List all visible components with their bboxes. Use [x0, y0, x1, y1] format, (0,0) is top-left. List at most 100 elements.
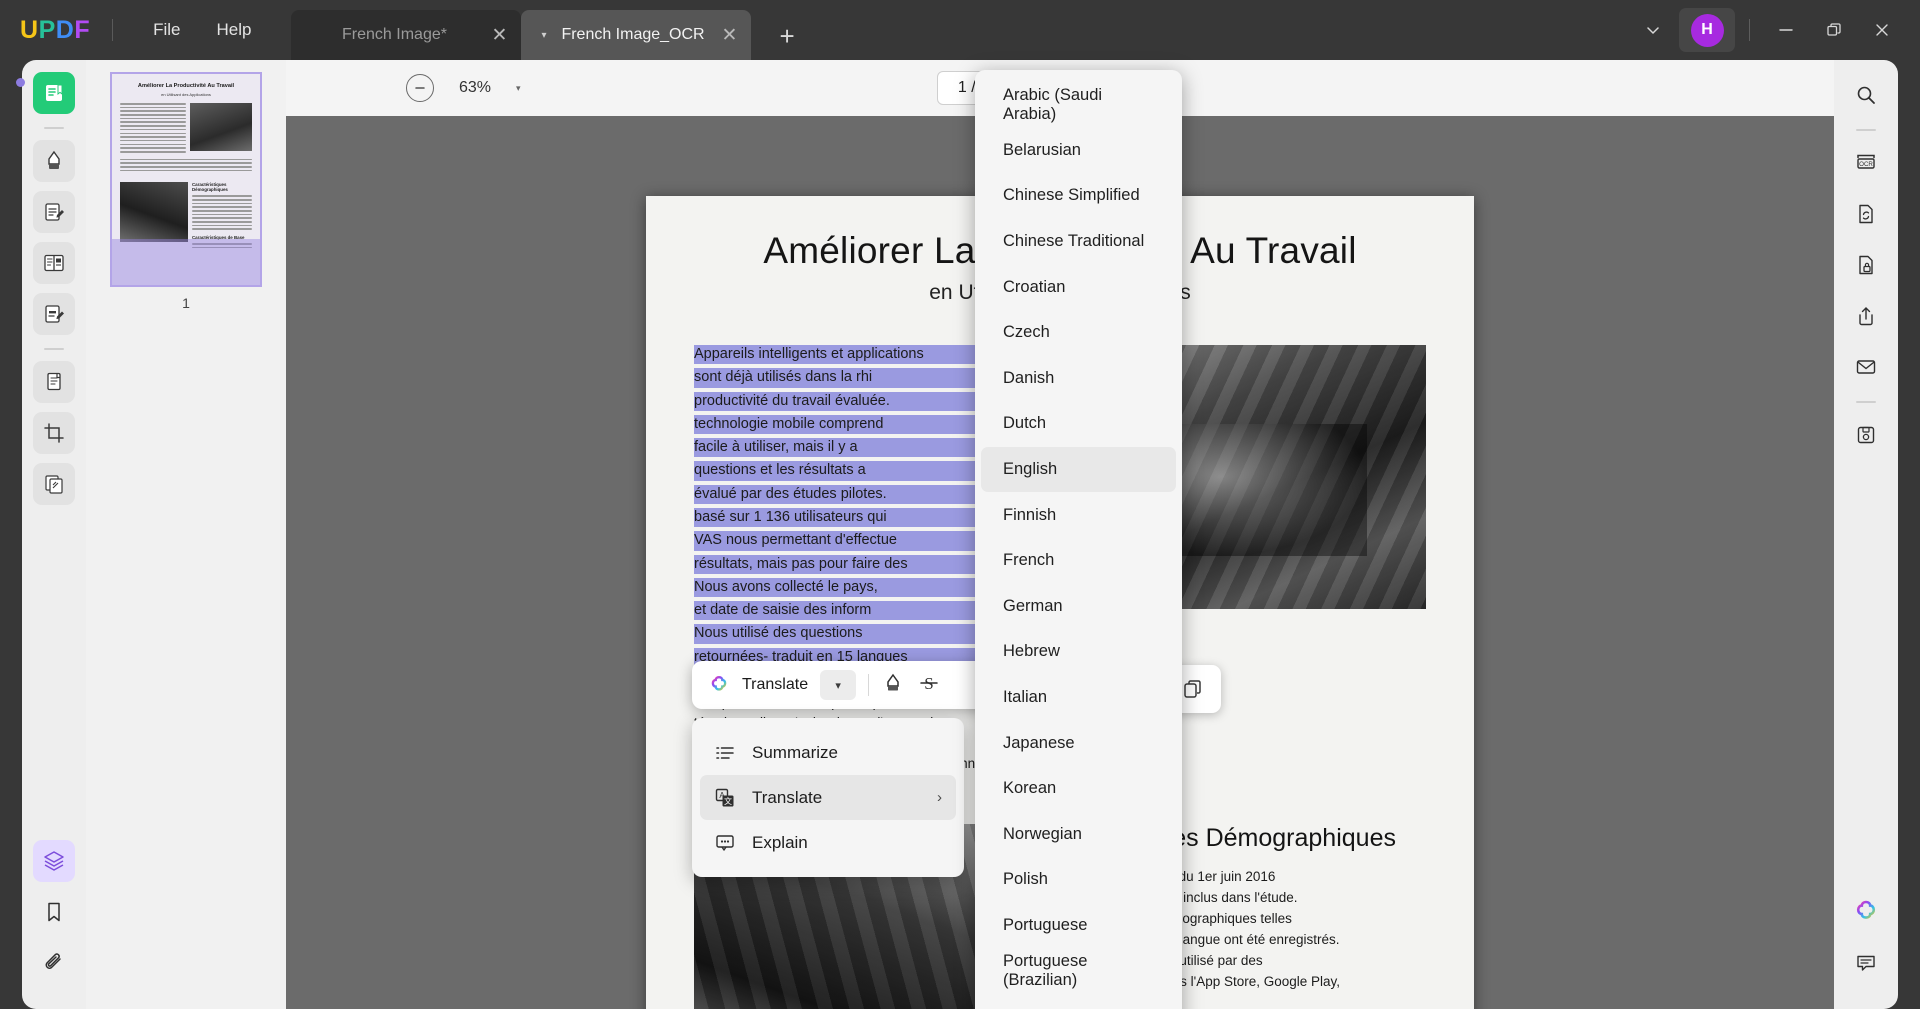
language-option-label: Czech: [1003, 323, 1050, 342]
ai-flower-icon: [1856, 900, 1876, 919]
language-option-label: Portuguese: [1003, 915, 1088, 934]
language-option-italian[interactable]: Italian: [981, 675, 1176, 721]
menu-file[interactable]: File: [135, 12, 198, 48]
language-option-chinese-traditional[interactable]: Chinese Traditional: [981, 219, 1176, 265]
right-item-protect[interactable]: [1845, 244, 1887, 286]
language-option-label: Belarusian: [1003, 140, 1081, 159]
tab-close-icon[interactable]: ✕: [722, 26, 738, 45]
ai-toolbar-divider: [868, 674, 870, 696]
language-option-polish[interactable]: Polish: [981, 857, 1176, 903]
thumbnail-title: Améliorer La Productivité Au Travail: [137, 83, 235, 89]
language-option-japanese[interactable]: Japanese: [981, 720, 1176, 766]
language-option-croatian[interactable]: Croatian: [981, 264, 1176, 310]
language-option-french[interactable]: French: [981, 538, 1176, 584]
page-thumbnail-1[interactable]: Améliorer La Productivité Au Travail en …: [110, 72, 262, 287]
sidebar-item-convert[interactable]: [33, 361, 75, 403]
language-option-label: Chinese Traditional: [1003, 232, 1145, 251]
language-option-label: Japanese: [1003, 733, 1075, 752]
maximize-button[interactable]: [1812, 8, 1856, 52]
sidebar-item-compare[interactable]: [33, 463, 75, 505]
logo-letter-f: F: [74, 15, 91, 44]
translate-icon: A 文: [715, 788, 734, 806]
thumbnail-photo-2: [120, 182, 188, 243]
language-option-danish[interactable]: Danish: [981, 356, 1176, 402]
language-option-portuguese-brazilian[interactable]: Portuguese (Brazilian): [981, 948, 1176, 994]
thumbnail-para: [112, 155, 260, 172]
menu-item-summarize[interactable]: Summarize: [700, 730, 956, 775]
chevron-down-icon[interactable]: ▾: [516, 83, 521, 94]
sidebar-item-layers[interactable]: [33, 840, 75, 882]
right-item-ai-assistant[interactable]: [1845, 891, 1887, 933]
ai-toolbar-highlighter-icon[interactable]: [881, 671, 905, 700]
right-toolbar: OCR: [1834, 60, 1898, 1009]
language-option-label: Finnish: [1003, 505, 1057, 524]
language-option-label: Croatian: [1003, 277, 1066, 296]
menu-item-label: Summarize: [752, 742, 838, 762]
language-option-hebrew[interactable]: Hebrew: [981, 629, 1176, 675]
sidebar-item-annotate[interactable]: [33, 293, 75, 335]
sidebar-item-highlighter[interactable]: [33, 140, 75, 182]
language-option-belarusian[interactable]: Belarusian: [981, 128, 1176, 174]
thumbnail-page-number: 1: [182, 295, 190, 311]
ai-floating-toolbar[interactable]: Translate ▾ S: [692, 661, 1022, 709]
tab-french-image-ocr[interactable]: ▾ French Image_OCR ✕: [521, 10, 752, 60]
menu-item-explain[interactable]: Explain: [700, 820, 956, 865]
file-refresh-icon: [1859, 204, 1873, 224]
search-icon: [1857, 86, 1875, 104]
right-item-ocr[interactable]: OCR: [1845, 142, 1887, 184]
language-option-label: Norwegian: [1003, 824, 1082, 843]
language-option-label: Polish: [1003, 870, 1048, 889]
chevron-down-icon[interactable]: ▾: [541, 30, 546, 41]
language-option-portuguese[interactable]: Portuguese: [981, 903, 1176, 949]
minimize-button[interactable]: [1764, 8, 1808, 52]
chevron-down-icon[interactable]: [1631, 8, 1675, 52]
layers-icon: [44, 851, 64, 871]
language-option-german[interactable]: German: [981, 584, 1176, 630]
zoom-out-button[interactable]: [406, 74, 434, 102]
language-option-label: English: [1003, 460, 1058, 479]
language-option-english[interactable]: English: [981, 446, 1176, 493]
sidebar-item-reader-mode[interactable]: [33, 72, 75, 114]
language-option-norwegian[interactable]: Norwegian: [981, 812, 1176, 858]
tab-french-image[interactable]: French Image* ✕: [291, 10, 522, 60]
language-option-russian[interactable]: Russian: [981, 994, 1176, 1009]
ai-toolbar-dropdown[interactable]: ▾: [820, 670, 857, 700]
ai-toolbar-strikethrough-icon[interactable]: S: [917, 671, 941, 700]
sidebar-item-attachments[interactable]: [33, 942, 75, 984]
sidebar-item-organize-pages[interactable]: [33, 242, 75, 284]
right-item-save[interactable]: [1845, 414, 1887, 456]
language-option-chinese-simplified[interactable]: Chinese Simplified: [981, 173, 1176, 219]
close-button[interactable]: [1860, 8, 1904, 52]
logo-letter-u: U: [20, 15, 39, 44]
language-option-finnish[interactable]: Finnish: [981, 492, 1176, 538]
sidebar-item-crop[interactable]: [33, 412, 75, 454]
paperclip-icon: [45, 953, 61, 969]
rail-indicator-dot: [16, 78, 25, 87]
right-item-email[interactable]: [1845, 346, 1887, 388]
tab-label: French Image_OCR: [561, 26, 705, 43]
tab-label: French Image*: [342, 26, 447, 43]
ai-flower-icon: [711, 675, 727, 691]
right-item-convert[interactable]: [1845, 193, 1887, 235]
right-item-share[interactable]: [1845, 295, 1887, 337]
ai-context-menu: Summarize A 文 Translate › Explain: [692, 718, 964, 877]
right-rail-bottom: [1845, 891, 1887, 1009]
updf-application-window: U P D F File Help French Image* ✕ ▾ Fren…: [0, 0, 1920, 1009]
language-option-czech[interactable]: Czech: [981, 310, 1176, 356]
sidebar-item-bookmarks[interactable]: [33, 891, 75, 933]
book-pages-icon: [44, 254, 64, 272]
sidebar-item-edit-text[interactable]: [33, 191, 75, 233]
zoom-level-value[interactable]: 63%: [452, 79, 498, 97]
menu-item-label: Translate: [752, 787, 823, 807]
language-option-dutch[interactable]: Dutch: [981, 401, 1176, 447]
right-item-comment[interactable]: [1845, 942, 1887, 984]
new-tab-button[interactable]: +: [769, 21, 804, 52]
language-option-arabic-saudi-arabia[interactable]: Arabic (Saudi Arabia): [981, 82, 1176, 128]
menu-help[interactable]: Help: [199, 12, 270, 48]
tab-close-icon[interactable]: ✕: [492, 26, 508, 45]
language-option-korean[interactable]: Korean: [981, 766, 1176, 812]
right-item-search[interactable]: [1845, 74, 1887, 116]
menu-item-translate[interactable]: A 文 Translate ›: [700, 775, 956, 820]
language-option-label: Italian: [1003, 688, 1048, 707]
account-button[interactable]: H: [1679, 8, 1735, 52]
